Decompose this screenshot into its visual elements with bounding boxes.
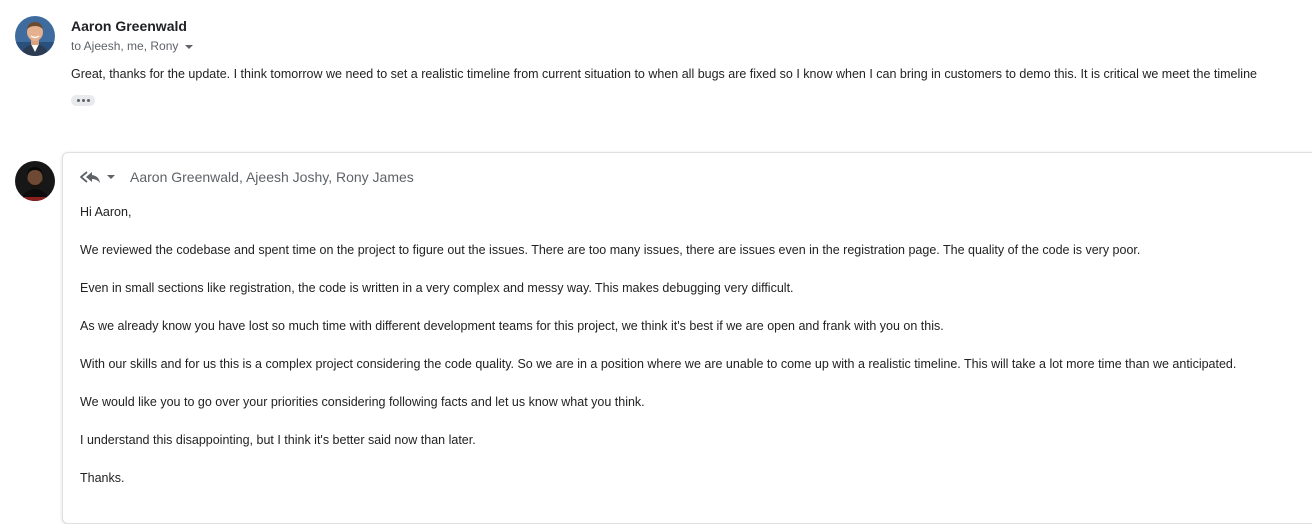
reply-body-editor[interactable]: Hi Aaron, We reviewed the codebase and s… <box>80 204 1310 508</box>
message-recipients: to Ajeesh, me, Rony <box>71 39 194 53</box>
reply-paragraph: Thanks. <box>80 471 125 485</box>
reply-paragraph: Hi Aaron, <box>80 205 132 219</box>
avatar-photo <box>15 16 55 56</box>
reply-paragraph: Even in small sections like registration… <box>80 281 794 295</box>
ellipsis-icon <box>76 99 80 102</box>
message-body: Great, thanks for the update. I think to… <box>71 67 1257 81</box>
chevron-down-icon[interactable] <box>185 44 194 49</box>
reply-header: Aaron Greenwald, Ajeesh Joshy, Rony Jame… <box>79 169 414 185</box>
reply-recipients[interactable]: Aaron Greenwald, Ajeesh Joshy, Rony Jame… <box>130 169 414 185</box>
reply-all-icon <box>80 171 100 183</box>
show-trimmed-content-button[interactable] <box>71 95 95 106</box>
reply-paragraph: With our skills and for us this is a com… <box>80 357 1237 371</box>
recipients-text: to Ajeesh, me, Rony <box>71 39 179 53</box>
sender-avatar[interactable] <box>15 16 55 56</box>
reply-type-button[interactable] <box>79 169 115 185</box>
chevron-down-icon <box>107 175 115 179</box>
reply-paragraph: We reviewed the codebase and spent time … <box>80 243 1141 257</box>
reply-paragraph: As we already know you have lost so much… <box>80 319 944 333</box>
reply-paragraph: We would like you to go over your priori… <box>80 395 645 409</box>
reply-paragraph: I understand this disappointing, but I t… <box>80 433 476 447</box>
my-avatar[interactable] <box>15 161 55 201</box>
avatar-photo-dark <box>15 161 55 201</box>
sender-name: Aaron Greenwald <box>71 18 187 34</box>
